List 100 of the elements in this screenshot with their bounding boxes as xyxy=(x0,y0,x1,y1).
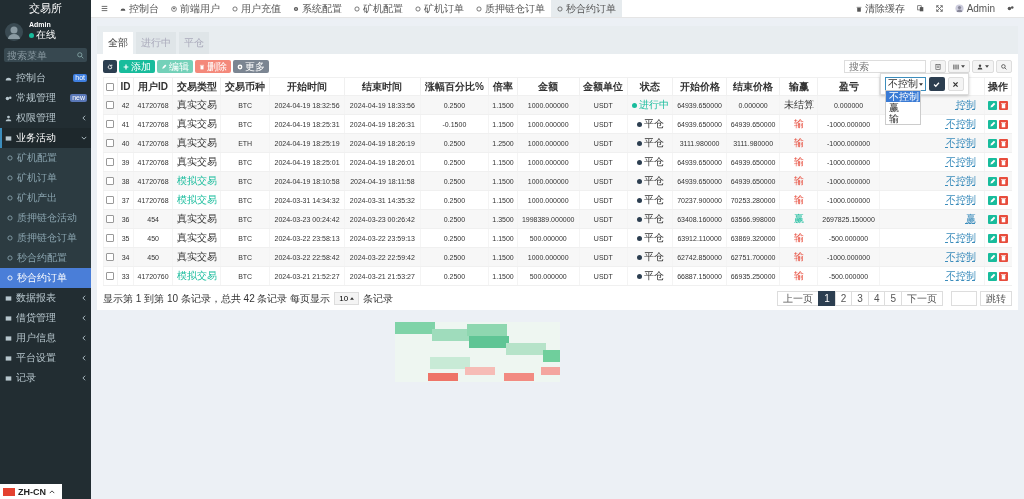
user-menu[interactable]: Admin xyxy=(948,0,1001,17)
nav-tab[interactable]: 用户充值 xyxy=(226,0,287,17)
dropdown-option[interactable]: 不控制 xyxy=(886,91,920,102)
delete-button[interactable] xyxy=(999,138,1009,148)
delete-button[interactable] xyxy=(999,214,1009,224)
control-link[interactable]: 不控制 xyxy=(946,118,976,129)
control-link[interactable]: 不控制 xyxy=(946,270,976,281)
sidebar-item[interactable]: 用户信息 xyxy=(0,328,91,348)
edit-button[interactable] xyxy=(988,214,998,224)
nav-tab[interactable]: 矿机订单 xyxy=(409,0,470,17)
delete-button[interactable] xyxy=(999,195,1009,205)
edit-button[interactable] xyxy=(988,176,998,186)
delete-button[interactable] xyxy=(999,100,1009,110)
row-checkbox[interactable] xyxy=(106,177,115,186)
delete-button[interactable] xyxy=(999,176,1009,186)
control-link[interactable]: 不控制 xyxy=(946,137,976,148)
delete-button[interactable] xyxy=(999,119,1009,129)
dropdown-option[interactable]: 输 xyxy=(886,113,920,124)
submenu-item[interactable]: 矿机产出 xyxy=(0,188,91,208)
sidebar-item[interactable]: 业务活动 xyxy=(0,128,91,148)
sidebar-item[interactable]: 权限管理 xyxy=(0,108,91,128)
edit-button[interactable] xyxy=(988,252,998,262)
submenu-item[interactable]: 秒合约订单 xyxy=(0,268,91,288)
nav-tab[interactable]: 系统配置 xyxy=(287,0,348,17)
control-select[interactable]: 不控制 xyxy=(885,77,926,91)
delete-button[interactable] xyxy=(999,271,1009,281)
nav-tab[interactable]: 秒合约订单 xyxy=(551,0,622,17)
menu-search-field[interactable]: 搜索菜单 xyxy=(4,48,87,62)
fullscreen-icon[interactable] xyxy=(935,5,943,12)
menu-icon[interactable] xyxy=(101,5,108,12)
page-button[interactable]: 3 xyxy=(851,291,869,306)
filter-tab[interactable]: 全部 xyxy=(103,32,133,54)
table-cell: 输 xyxy=(793,156,804,167)
export-button[interactable] xyxy=(972,60,994,73)
edit-button[interactable] xyxy=(988,195,998,205)
edit-button[interactable] xyxy=(988,119,998,129)
delete-button[interactable] xyxy=(999,233,1009,243)
table-search-field[interactable]: 搜索 xyxy=(844,60,926,73)
row-checkbox[interactable] xyxy=(106,120,115,129)
submenu-item[interactable]: 矿机配置 xyxy=(0,148,91,168)
trash-icon xyxy=(1000,177,1008,185)
nav-tab[interactable]: 前端用户 xyxy=(165,0,226,17)
toggle-view-button[interactable] xyxy=(930,60,946,73)
column-header: 操作 xyxy=(988,80,1008,92)
cancel-button[interactable] xyxy=(948,77,964,91)
page-number-field[interactable] xyxy=(951,291,977,306)
page-button[interactable]: 5 xyxy=(884,291,902,306)
jump-button[interactable]: 跳转 xyxy=(980,291,1012,306)
edit-button[interactable] xyxy=(988,157,998,167)
delete-button[interactable] xyxy=(999,252,1009,262)
control-link[interactable]: 赢 xyxy=(966,213,976,224)
submenu-item[interactable]: 矿机订单 xyxy=(0,168,91,188)
previous-page-button[interactable]: 上一页 xyxy=(777,291,820,306)
table-cell: 输 xyxy=(793,232,804,243)
sidebar-item[interactable]: 记录 xyxy=(0,368,91,388)
edit-button[interactable] xyxy=(988,138,998,148)
row-checkbox[interactable] xyxy=(106,158,115,167)
caret-down-icon xyxy=(985,65,989,68)
nav-tab[interactable]: 矿机配置 xyxy=(348,0,409,17)
row-checkbox[interactable] xyxy=(106,215,115,224)
row-checkbox[interactable] xyxy=(106,139,115,148)
refresh-button[interactable] xyxy=(103,60,117,73)
more-button[interactable]: 更多 xyxy=(233,60,269,73)
row-checkbox[interactable] xyxy=(106,234,115,243)
sidebar-item[interactable]: 数据报表 xyxy=(0,288,91,308)
edit-button[interactable] xyxy=(988,100,998,110)
sidebar-item[interactable]: 借贷管理 xyxy=(0,308,91,328)
clear-cache-button[interactable]: 清除缓存 xyxy=(849,0,911,17)
row-checkbox[interactable] xyxy=(106,101,115,110)
page-button[interactable]: 1 xyxy=(818,291,836,306)
dropdown-option[interactable]: 赢 xyxy=(886,102,920,113)
control-link[interactable]: 不控制 xyxy=(946,194,976,205)
pencil-icon xyxy=(989,139,997,147)
delete-button[interactable] xyxy=(999,157,1009,167)
table-cell: 真实交易 xyxy=(176,99,217,110)
control-link[interactable]: 不控制 xyxy=(946,251,976,262)
submenu-item[interactable]: 质押链仓订单 xyxy=(0,228,91,248)
control-link[interactable]: 控制 xyxy=(956,98,976,112)
submenu-item[interactable]: 秒合约配置 xyxy=(0,248,91,268)
page-size-select[interactable]: 10 xyxy=(334,292,360,305)
sidebar-item[interactable]: 平台设置 xyxy=(0,348,91,368)
edit-button[interactable] xyxy=(988,271,998,281)
confirm-button[interactable] xyxy=(929,77,945,91)
nav-tab[interactable]: 控制台 xyxy=(114,0,165,17)
next-page-button[interactable]: 下一页 xyxy=(901,291,943,306)
status-label: 平仓 xyxy=(636,174,664,188)
row-checkbox[interactable] xyxy=(106,272,115,281)
copy-icon[interactable] xyxy=(916,5,924,12)
control-link[interactable]: 不控制 xyxy=(946,175,976,186)
select-all-checkbox[interactable] xyxy=(106,83,115,92)
control-link[interactable]: 不控制 xyxy=(946,232,976,243)
language-switcher[interactable]: ZH-CN xyxy=(0,484,62,499)
edit-button[interactable] xyxy=(988,233,998,243)
submenu-item[interactable]: 质押链仓活动 xyxy=(0,208,91,228)
nav-tab[interactable]: 质押链仓订单 xyxy=(470,0,551,17)
trash-icon xyxy=(1000,272,1008,280)
control-link[interactable]: 不控制 xyxy=(946,156,976,167)
search-button[interactable] xyxy=(996,60,1012,73)
row-checkbox[interactable] xyxy=(106,196,115,205)
row-checkbox[interactable] xyxy=(106,253,115,262)
